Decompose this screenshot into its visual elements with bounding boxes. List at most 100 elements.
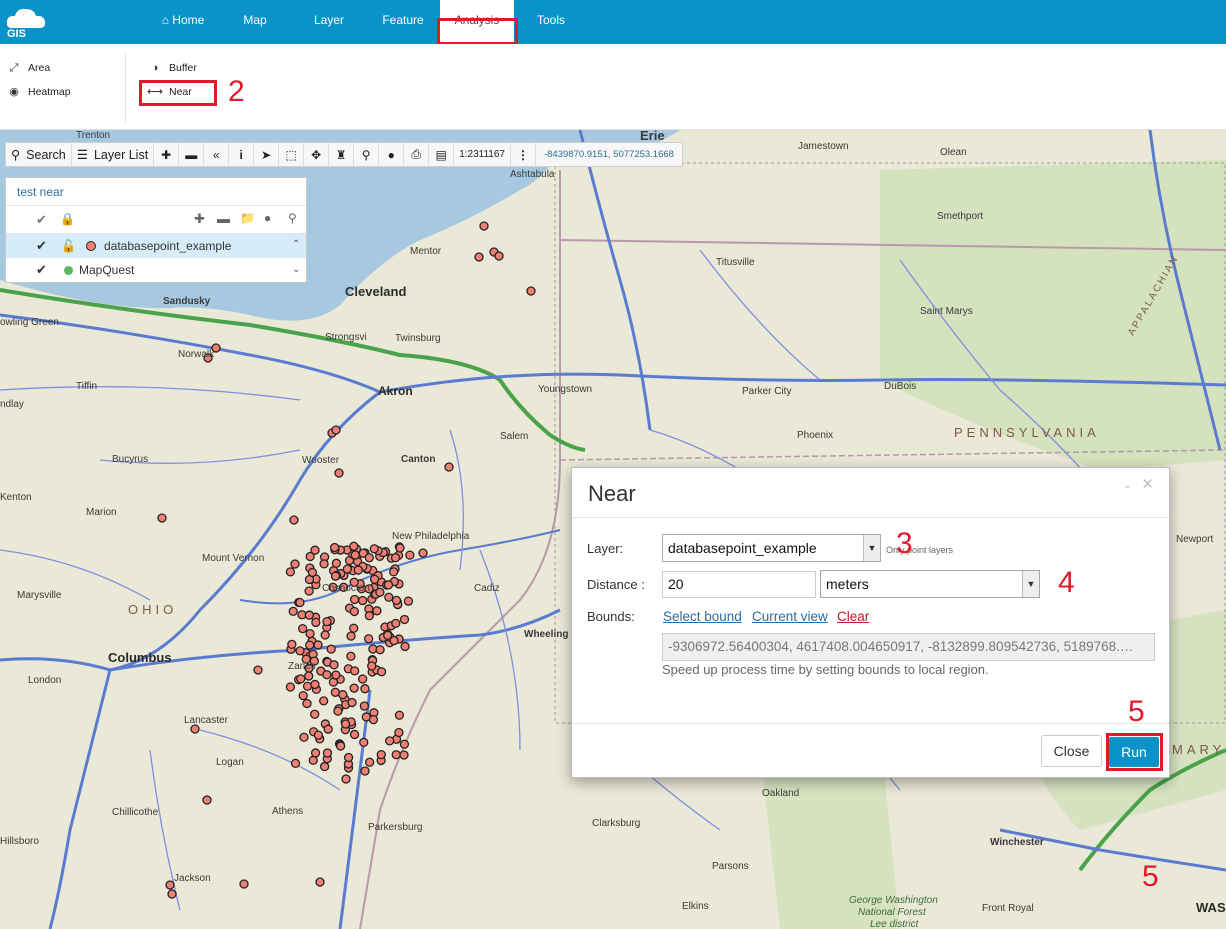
bottom-panel-button[interactable]: ▤ [429, 143, 455, 166]
nav-layer[interactable]: Layer [300, 0, 358, 44]
clear-link[interactable]: Clear [837, 609, 869, 624]
map-point[interactable] [290, 758, 301, 769]
unlock-icon[interactable]: 🔓 [61, 234, 76, 258]
map-point[interactable] [394, 727, 404, 738]
select-bound-link[interactable]: Select bound [663, 609, 742, 624]
map-point[interactable] [346, 631, 356, 641]
map-point[interactable] [391, 595, 402, 606]
map-point[interactable] [289, 515, 299, 525]
map-point[interactable] [313, 640, 323, 650]
add-layer-icon[interactable]: ✚ [194, 211, 205, 227]
map-point[interactable] [287, 639, 297, 649]
map-point[interactable] [399, 750, 409, 760]
map-point[interactable] [360, 766, 370, 776]
close-x-button[interactable]: × [1142, 474, 1153, 496]
map-point[interactable] [338, 690, 348, 700]
map-point[interactable] [341, 774, 351, 784]
visible-check-icon[interactable]: ✔ [36, 234, 47, 258]
map-point[interactable] [369, 574, 380, 584]
layer-group-title[interactable]: test near [6, 178, 306, 206]
map-point[interactable] [349, 623, 359, 633]
map-point[interactable] [418, 548, 428, 558]
map-point[interactable] [395, 543, 405, 553]
map-point[interactable] [322, 616, 332, 627]
more-button[interactable]: ⋮ [511, 143, 536, 166]
map-point[interactable] [350, 550, 360, 560]
pan-button[interactable]: ✥ [304, 143, 330, 166]
select-box-button[interactable]: ⬚ [279, 143, 305, 166]
map-point[interactable] [304, 671, 314, 681]
map-point[interactable] [290, 559, 300, 569]
map-point[interactable] [479, 221, 489, 231]
map-point[interactable] [310, 748, 321, 758]
map-point[interactable] [305, 640, 315, 650]
map-point[interactable] [391, 750, 401, 760]
folder-icon[interactable]: 📁 [240, 211, 255, 225]
current-view-link[interactable]: Current view [752, 609, 828, 624]
map-point[interactable] [390, 553, 401, 563]
zoom-to-layer-icon[interactable]: ⚲ [288, 211, 297, 225]
map-point[interactable] [305, 551, 315, 562]
map-point[interactable] [375, 645, 385, 655]
map-point[interactable] [403, 596, 414, 606]
map-point[interactable] [331, 425, 341, 435]
nav-home[interactable]: ⌂ Home [150, 0, 216, 44]
map-point[interactable] [368, 714, 379, 725]
map-point[interactable] [359, 701, 370, 711]
map-point[interactable] [331, 670, 341, 680]
map-point[interactable] [315, 877, 325, 887]
map-point[interactable] [298, 690, 308, 701]
scroll-up-icon[interactable]: ⌃ [292, 233, 300, 257]
layer-list-button[interactable]: ☰ Layer List [72, 143, 155, 166]
map-point[interactable] [304, 610, 314, 620]
map-point[interactable] [304, 586, 314, 596]
map-point[interactable] [326, 644, 336, 654]
map-point[interactable] [302, 681, 313, 691]
map-point[interactable] [342, 564, 353, 574]
map-point[interactable] [311, 617, 321, 628]
run-button[interactable]: Run [1109, 737, 1159, 767]
map-point[interactable] [474, 252, 484, 262]
map-point[interactable] [389, 567, 399, 577]
map-point[interactable] [347, 697, 357, 708]
map-point[interactable] [369, 544, 379, 554]
map-point[interactable] [319, 559, 329, 569]
map-point[interactable] [335, 741, 346, 751]
map-point[interactable] [364, 757, 375, 767]
map-point[interactable] [399, 614, 410, 625]
map-point[interactable] [359, 737, 369, 747]
zoom-out-button[interactable]: ▬ [179, 143, 205, 166]
map-point[interactable] [349, 683, 359, 693]
ribbon-buffer[interactable]: ◑ Buffer [147, 58, 197, 78]
map-point[interactable] [305, 628, 315, 639]
map-point[interactable] [349, 541, 359, 551]
map-point[interactable] [363, 634, 374, 644]
map-point[interactable] [295, 646, 305, 656]
nav-map[interactable]: Map [226, 0, 284, 44]
distance-input[interactable]: 20 [662, 571, 816, 598]
map-point[interactable] [330, 571, 341, 581]
map-point[interactable] [343, 752, 354, 763]
unit-select[interactable]: meters ▼ [820, 570, 1040, 598]
ribbon-near[interactable]: ⟷ Near [147, 82, 192, 102]
map-point[interactable] [298, 623, 308, 634]
map-point[interactable] [299, 732, 309, 742]
map-point[interactable] [296, 674, 306, 684]
map-point[interactable] [444, 462, 454, 472]
map-point[interactable] [353, 565, 363, 575]
map-point[interactable] [157, 513, 167, 523]
layer-item-mapquest[interactable]: ✔ MapQuest ⌄ [6, 258, 306, 282]
map-point[interactable] [253, 665, 263, 675]
map-point[interactable] [357, 595, 368, 606]
map-point[interactable] [349, 606, 359, 617]
map-point[interactable] [346, 651, 356, 661]
map-point[interactable] [285, 567, 296, 577]
info-button[interactable]: i [229, 143, 255, 166]
map-point[interactable] [302, 698, 312, 709]
map-point[interactable] [364, 611, 375, 621]
user-icon[interactable]: ● [264, 211, 271, 225]
close-button[interactable]: Close [1041, 735, 1102, 767]
map-point[interactable] [330, 542, 340, 553]
search-button[interactable]: ⚲ Search [6, 143, 72, 166]
measure-button[interactable]: ♜ [329, 143, 355, 166]
